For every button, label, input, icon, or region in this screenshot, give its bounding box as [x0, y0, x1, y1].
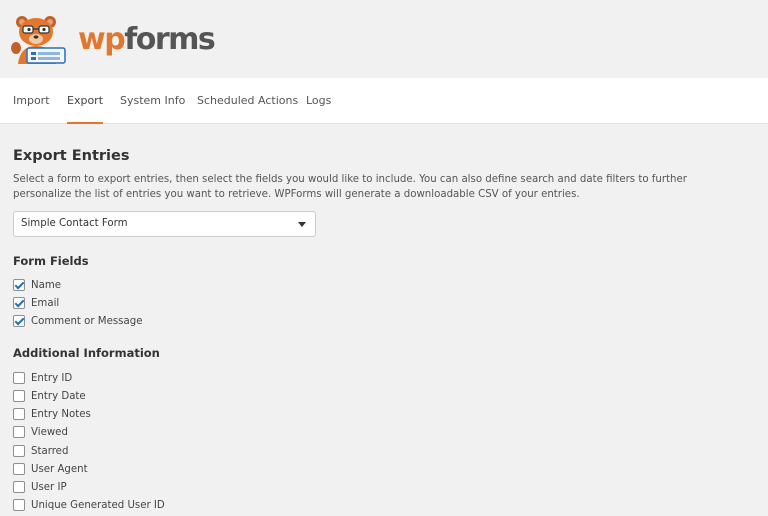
field-comment-label: Comment or Message [31, 315, 143, 327]
field-name-checkbox[interactable] [13, 279, 25, 291]
form-select-dropdown[interactable]: Simple Contact Form [13, 211, 316, 237]
logo-forms: forms [124, 22, 216, 57]
info-unique-user-id-option[interactable]: Unique Generated User ID [13, 498, 165, 512]
tab-logs[interactable]: Logs [306, 78, 331, 124]
field-email-checkbox[interactable] [13, 297, 25, 309]
info-starred-checkbox[interactable] [13, 445, 25, 457]
tab-scheduled-actions[interactable]: Scheduled Actions [197, 78, 298, 124]
form-fields-title: Form Fields [13, 254, 89, 268]
header: wpforms [0, 0, 768, 78]
field-email-label: Email [31, 297, 60, 309]
field-name-option[interactable]: Name [13, 278, 61, 292]
additional-info-title: Additional Information [13, 346, 160, 360]
info-viewed-label: Viewed [31, 426, 68, 438]
field-comment-checkbox[interactable] [13, 315, 25, 327]
info-user-ip-option[interactable]: User IP [13, 480, 67, 494]
info-entry-date-option[interactable]: Entry Date [13, 389, 86, 403]
wpforms-bear-mascot-icon [11, 16, 66, 64]
chevron-down-icon [298, 222, 306, 227]
info-entry-id-label: Entry ID [31, 372, 73, 384]
info-user-ip-label: User IP [31, 481, 67, 493]
field-name-label: Name [31, 279, 62, 291]
info-entry-notes-label: Entry Notes [31, 408, 91, 420]
wpforms-logo-text: wpforms [78, 20, 216, 60]
info-entry-notes-option[interactable]: Entry Notes [13, 407, 91, 421]
info-user-ip-checkbox[interactable] [13, 481, 25, 493]
logo-wp: wp [78, 22, 126, 57]
tools-tabs: Import Export System Info Scheduled Acti… [0, 78, 768, 124]
info-starred-label: Starred [31, 445, 69, 457]
info-entry-id-checkbox[interactable] [13, 372, 25, 384]
section-description: Select a form to export entries, then se… [13, 174, 687, 200]
info-entry-date-checkbox[interactable] [13, 390, 25, 402]
info-unique-user-id-label: Unique Generated User ID [31, 499, 165, 511]
tab-import[interactable]: Import [13, 78, 50, 124]
info-user-agent-option[interactable]: User Agent [13, 462, 88, 476]
info-entry-date-label: Entry Date [31, 390, 86, 402]
info-viewed-checkbox[interactable] [13, 426, 25, 438]
tab-export[interactable]: Export [67, 78, 104, 124]
info-entry-notes-checkbox[interactable] [13, 408, 25, 420]
section-title: Export Entries [13, 148, 130, 164]
info-viewed-option[interactable]: Viewed [13, 425, 68, 439]
info-entry-id-option[interactable]: Entry ID [13, 371, 72, 385]
info-user-agent-label: User Agent [31, 463, 88, 475]
field-comment-option[interactable]: Comment or Message [13, 314, 142, 328]
info-user-agent-checkbox[interactable] [13, 463, 25, 475]
form-select-value: Simple Contact Form [21, 218, 128, 229]
tab-system-info[interactable]: System Info [120, 78, 185, 124]
info-unique-user-id-checkbox[interactable] [13, 499, 25, 511]
info-starred-option[interactable]: Starred [13, 444, 68, 458]
field-email-option[interactable]: Email [13, 296, 59, 310]
